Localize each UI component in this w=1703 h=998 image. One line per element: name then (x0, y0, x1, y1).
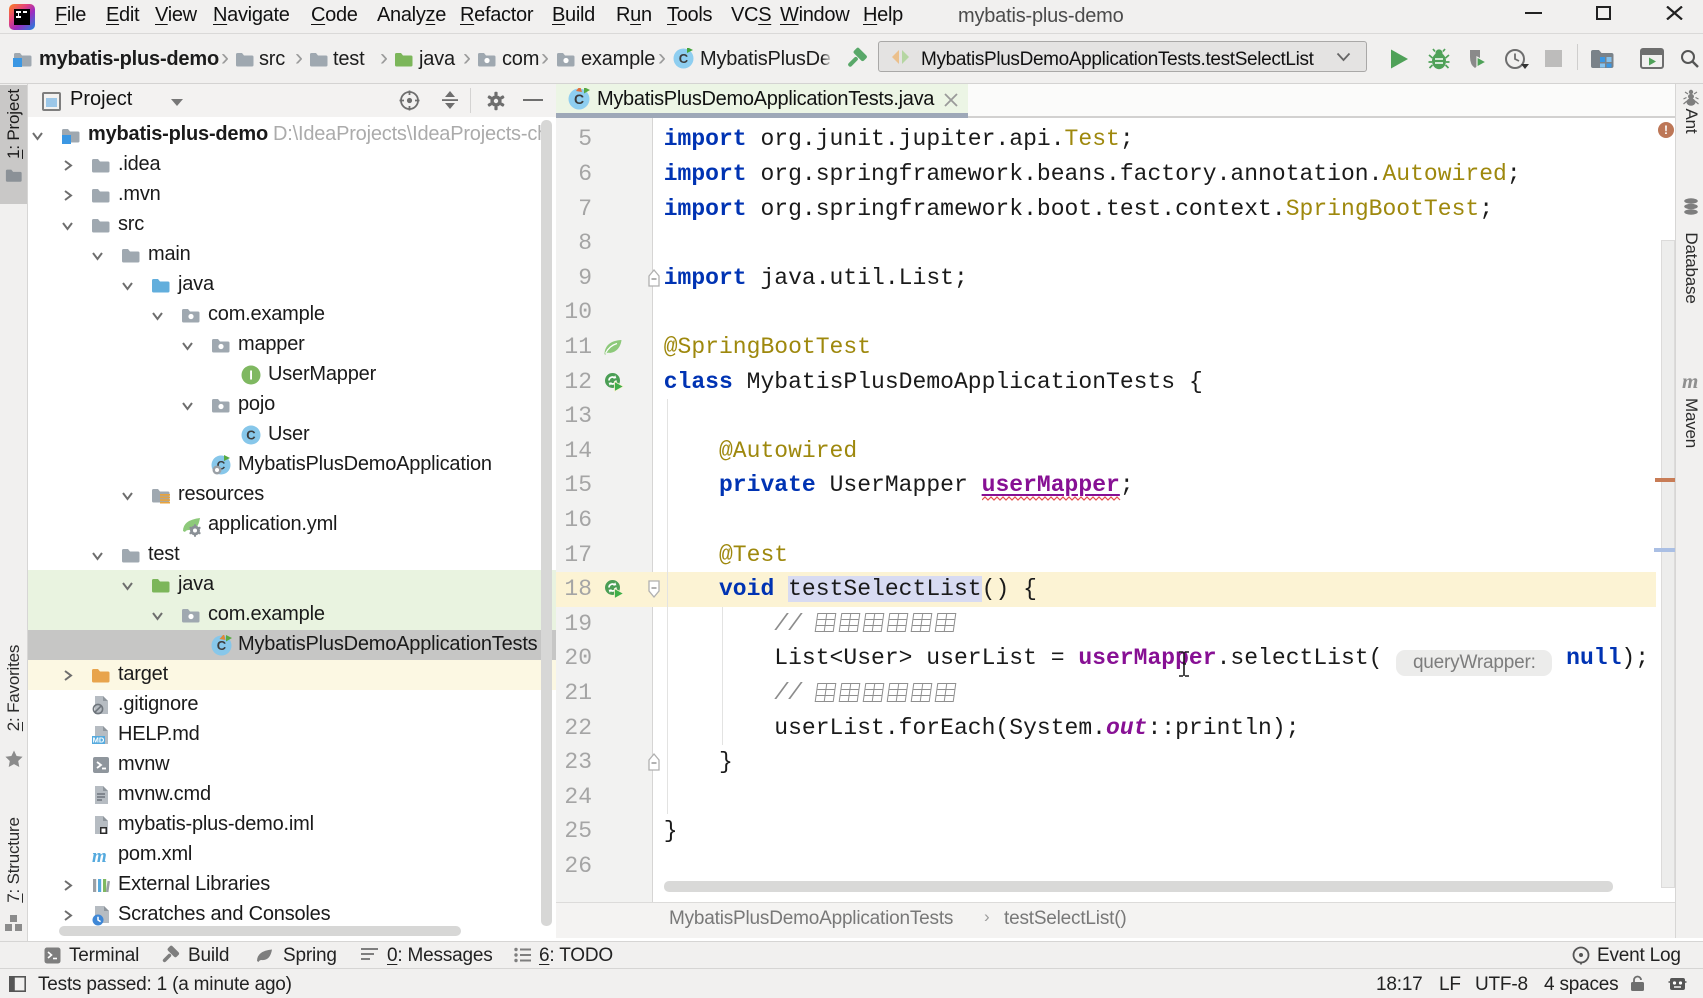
svg-text:C: C (246, 428, 256, 443)
svg-text:I: I (249, 368, 253, 383)
svg-text:C: C (217, 638, 227, 653)
svg-text:C: C (574, 91, 584, 107)
svg-text:m: m (92, 846, 107, 865)
svg-text:MD: MD (93, 736, 105, 745)
svg-text:C: C (679, 51, 689, 66)
